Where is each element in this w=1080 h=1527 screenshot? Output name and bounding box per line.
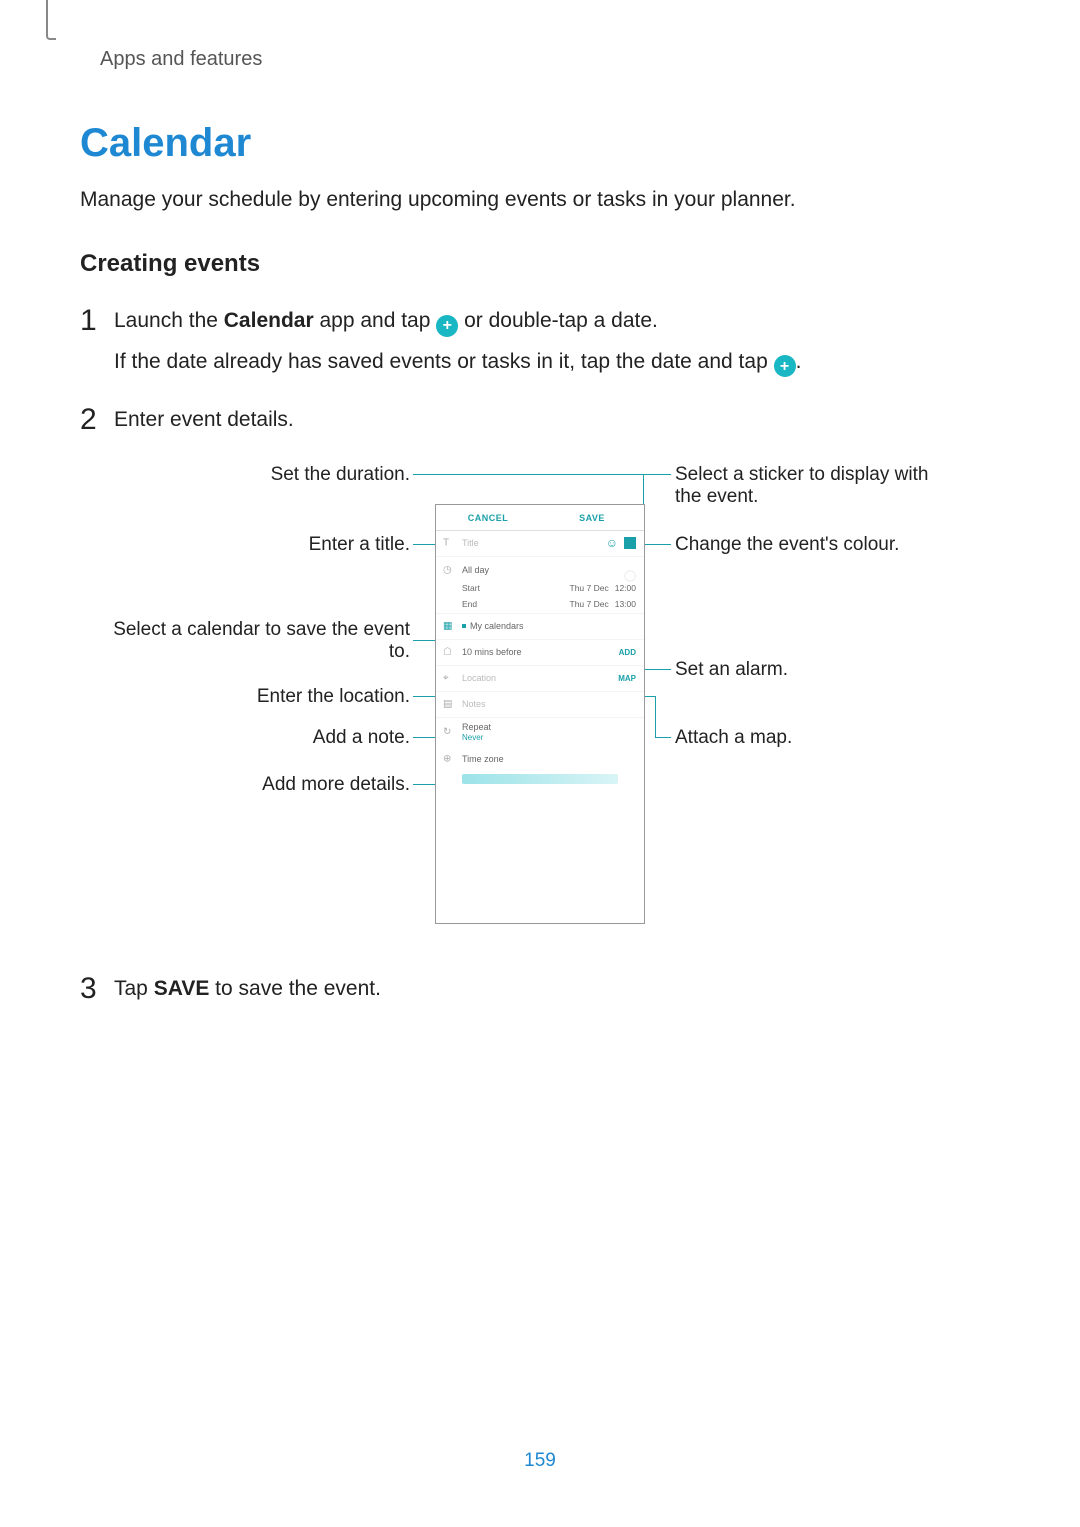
step-number: 3 (80, 974, 114, 1004)
title-placeholder: Title (462, 538, 479, 548)
callout-note: Add a note. (150, 727, 410, 749)
timezone-label: Time zone (462, 754, 504, 764)
step-number: 2 (80, 405, 114, 435)
callout-more: Add more details. (150, 774, 410, 796)
callout-title: Enter a title. (150, 534, 410, 556)
colour-swatch[interactable] (624, 537, 636, 549)
suggestion-bar (462, 774, 618, 784)
title-icon: T (443, 538, 449, 549)
repeat-row[interactable]: ↻ Repeat Never (436, 718, 644, 746)
callout-colour: Change the event's colour. (675, 534, 955, 556)
end-label: End (462, 599, 502, 609)
event-editor-figure: Set the duration. Enter a title. Select … (80, 464, 1000, 944)
callout-sticker: Select a sticker to display with the eve… (675, 464, 955, 508)
calendar-name: My calendars (470, 621, 524, 631)
step-2-text: Enter event details. (114, 405, 1000, 435)
globe-icon: ⊕ (443, 753, 451, 764)
intro-text: Manage your schedule by entering upcomin… (80, 188, 1000, 212)
add-reminder-button[interactable]: ADD (619, 648, 636, 657)
callout-duration: Set the duration. (150, 464, 410, 486)
end-time: 13:00 (615, 599, 636, 609)
callout-map: Attach a map. (675, 727, 955, 749)
start-time: 12:00 (615, 583, 636, 593)
step-3-text: Tap SAVE to save the event. (114, 974, 1000, 1004)
time-rows[interactable]: Start Thu 7 Dec 12:00 End Thu 7 Dec 13:0… (436, 583, 644, 614)
step-number: 1 (80, 306, 114, 336)
step-1-line-1: Launch the Calendar app and tap + or dou… (114, 306, 1000, 337)
location-row[interactable]: ⌖ Location MAP (436, 666, 644, 692)
callout-calendar: Select a calendar to save the event to. (110, 619, 410, 663)
notes-row[interactable]: ▤ Notes (436, 692, 644, 718)
step-1: 1 Launch the Calendar app and tap + or d… (80, 306, 1000, 387)
cancel-button[interactable]: CANCEL (436, 505, 540, 530)
calendar-icon: ▦ (443, 621, 452, 632)
page-number: 159 (0, 1450, 1080, 1472)
plus-icon: + (774, 355, 796, 377)
repeat-label: Repeat (462, 722, 491, 732)
breadcrumb: Apps and features (100, 48, 1000, 71)
repeat-icon: ↻ (443, 726, 451, 737)
page-corner-mark (46, 0, 56, 40)
map-button[interactable]: MAP (618, 674, 636, 683)
save-button[interactable]: SAVE (540, 505, 644, 530)
location-placeholder: Location (462, 673, 496, 683)
reminder-value: 10 mins before (462, 647, 522, 657)
plus-icon: + (436, 315, 458, 337)
bell-icon: ☖ (443, 647, 452, 658)
page-title: Calendar (80, 121, 1000, 166)
allday-row: ◷ All day (436, 557, 644, 583)
title-field-row[interactable]: T Title ☺ (436, 531, 644, 557)
step-2: 2 Enter event details. (80, 405, 1000, 445)
step-1-line-2: If the date already has saved events or … (114, 347, 1000, 378)
section-heading: Creating events (80, 250, 1000, 278)
sticker-icon[interactable]: ☺ (606, 536, 618, 550)
callout-alarm: Set an alarm. (675, 659, 955, 681)
phone-event-editor: CANCEL SAVE T Title ☺ ◷ All day Sta (435, 504, 645, 924)
notes-placeholder: Notes (462, 699, 486, 709)
clock-icon: ◷ (443, 564, 452, 575)
timezone-row[interactable]: ⊕ Time zone (436, 746, 644, 772)
pin-icon: ⌖ (443, 673, 449, 684)
reminder-row[interactable]: ☖ 10 mins before ADD (436, 640, 644, 666)
start-label: Start (462, 583, 502, 593)
calendar-select-row[interactable]: ▦ My calendars (436, 614, 644, 640)
callout-location: Enter the location. (150, 686, 410, 708)
allday-label: All day (462, 565, 489, 575)
start-date: Thu 7 Dec (570, 583, 609, 593)
note-icon: ▤ (443, 699, 452, 710)
step-3: 3 Tap SAVE to save the event. (80, 974, 1000, 1014)
end-date: Thu 7 Dec (570, 599, 609, 609)
repeat-value: Never (462, 733, 491, 742)
